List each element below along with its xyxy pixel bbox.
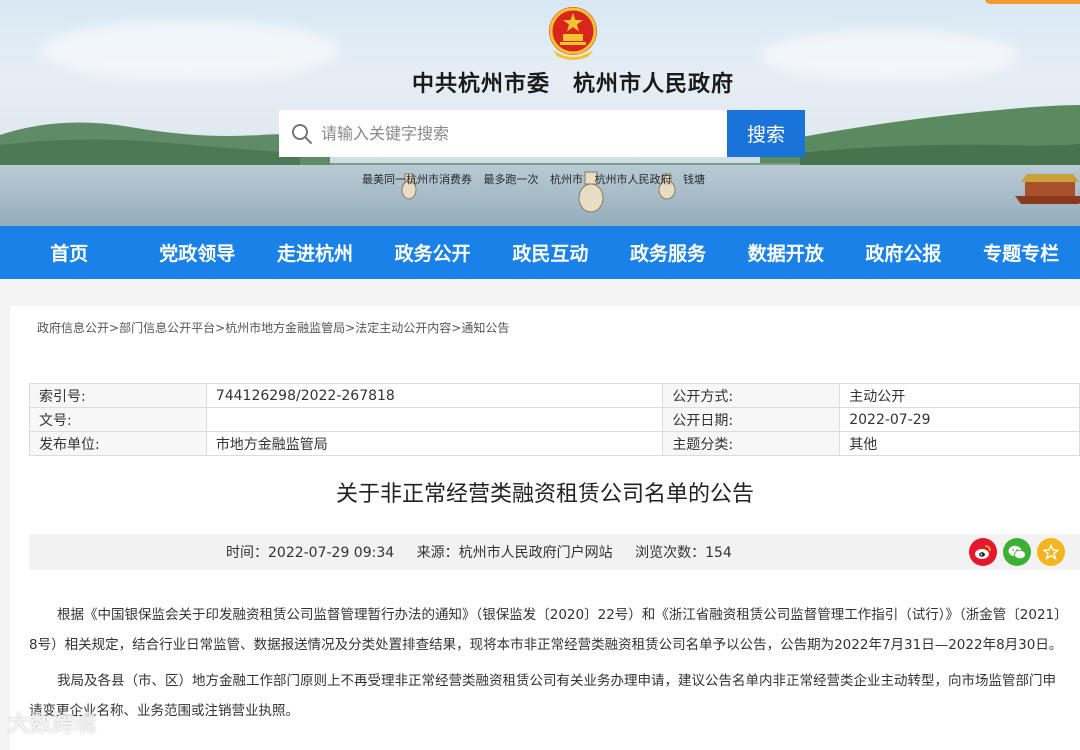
meta-value: 市地方金融监管局 <box>205 431 664 456</box>
search-input[interactable] <box>321 124 701 143</box>
breadcrumb-item[interactable]: 政府信息公开 <box>37 321 109 335</box>
nav-item-interaction[interactable]: 政民互动 <box>492 239 610 266</box>
meta-key: 公开日期: <box>662 407 841 432</box>
hot-link[interactable]: 杭州市 <box>550 173 583 186</box>
meta-value: 主动公开 <box>839 383 1080 408</box>
meta-value <box>205 407 664 432</box>
national-emblem <box>549 7 597 60</box>
breadcrumb-separator: > <box>345 321 356 335</box>
article-paragraph: 根据《中国银保监会关于印发融资租赁公司监督管理暂行办法的通知》（银保监发〔202… <box>29 607 1063 653</box>
breadcrumb-item[interactable]: 法定主动公开内容 <box>355 321 451 335</box>
table-row: 发布单位: 市地方金融监管局 主题分类: 其他 <box>29 431 1080 456</box>
weibo-icon[interactable] <box>969 538 997 566</box>
meta-table: 索引号: 744126298/2022-267818 公开方式: 主动公开 文号… <box>29 383 1080 456</box>
table-row: 索引号: 744126298/2022-267818 公开方式: 主动公开 <box>29 383 1080 408</box>
article-info: 时间：2022-07-29 09:34 来源：杭州市人民政府门户网站 浏览次数：… <box>226 542 750 562</box>
hot-link[interactable]: 最多跑一次 <box>484 173 539 186</box>
top-corner-tab[interactable] <box>985 0 1080 4</box>
favorite-icon[interactable] <box>1037 538 1065 566</box>
nav-item-gazette[interactable]: 政府公报 <box>845 239 963 266</box>
pagoda-towers <box>401 171 676 213</box>
meta-key: 发布单位: <box>29 431 207 456</box>
content-panel: 政府信息公开>部门信息公开平台>杭州市地方金融监管局>法定主动公开内容>通知公告… <box>10 306 1080 750</box>
breadcrumb-separator: > <box>215 321 226 335</box>
search-icon <box>292 123 312 144</box>
breadcrumb-item[interactable]: 杭州市地方金融监管局 <box>225 321 345 335</box>
main-nav: 首页 党政领导 走进杭州 政务公开 政民互动 政务服务 数据开放 政府公报 专题… <box>0 226 1080 279</box>
meta-key: 主题分类: <box>662 431 841 456</box>
meta-value: 2022-07-29 <box>839 407 1080 432</box>
article-source: 来源：杭州市人民政府门户网站 <box>416 545 613 561</box>
meta-key: 文号: <box>29 407 207 432</box>
site-title: 中共杭州市委 杭州市人民政府 <box>411 71 734 97</box>
breadcrumb-item[interactable]: 通知公告 <box>461 321 509 335</box>
meta-value: 其他 <box>839 431 1080 456</box>
nav-item-topics[interactable]: 专题专栏 <box>962 239 1080 266</box>
breadcrumb: 政府信息公开>部门信息公开平台>杭州市地方金融监管局>法定主动公开内容>通知公告 <box>37 319 509 336</box>
hot-link[interactable]: 杭州市人民政府 <box>595 173 672 186</box>
boat <box>1015 174 1080 204</box>
share-buttons <box>969 538 1065 566</box>
nav-item-services[interactable]: 政务服务 <box>609 239 727 266</box>
nav-item-gov-disclosure[interactable]: 政务公开 <box>374 239 492 266</box>
nav-item-home[interactable]: 首页 <box>0 239 138 266</box>
article-paragraph: 我局及各县（市、区）地方金融工作部门原则上不再受理非正常经营类融资租赁公司有关业… <box>29 673 1056 719</box>
table-row: 文号: 公开日期: 2022-07-29 <box>29 407 1080 432</box>
nav-item-open-data[interactable]: 数据开放 <box>727 239 845 266</box>
hot-links: 最美同一杭州市消费券 最多跑一次 杭州市 杭州市人民政府 钱塘 <box>362 171 713 187</box>
breadcrumb-item[interactable]: 部门信息公开平台 <box>119 321 215 335</box>
hot-link[interactable]: 最美同一杭州市消费券 <box>362 173 472 186</box>
nav-item-about-hangzhou[interactable]: 走进杭州 <box>256 239 374 266</box>
article-info-bar: 时间：2022-07-29 09:34 来源：杭州市人民政府门户网站 浏览次数：… <box>29 534 1080 570</box>
publish-time: 时间：2022-07-29 09:34 <box>226 545 395 561</box>
meta-key: 索引号: <box>29 383 207 408</box>
view-count: 浏览次数：154 <box>635 545 732 561</box>
watermark-logo: 大数跨境 <box>8 712 97 737</box>
nav-item-leaders[interactable]: 党政领导 <box>138 239 256 266</box>
meta-key: 公开方式: <box>662 383 841 408</box>
wechat-icon[interactable] <box>1003 538 1031 566</box>
breadcrumb-separator: > <box>109 321 120 335</box>
search-box <box>279 110 727 157</box>
breadcrumb-separator: > <box>451 321 462 335</box>
search-button[interactable]: 搜索 <box>727 110 805 157</box>
article-body: 根据《中国银保监会关于印发融资租赁公司监督管理暂行办法的通知》（银保监发〔202… <box>29 600 1063 732</box>
hot-link[interactable]: 钱塘 <box>683 173 705 186</box>
article-title: 关于非正常经营类融资租赁公司名单的公告 <box>335 482 754 507</box>
meta-value: 744126298/2022-267818 <box>205 383 664 408</box>
